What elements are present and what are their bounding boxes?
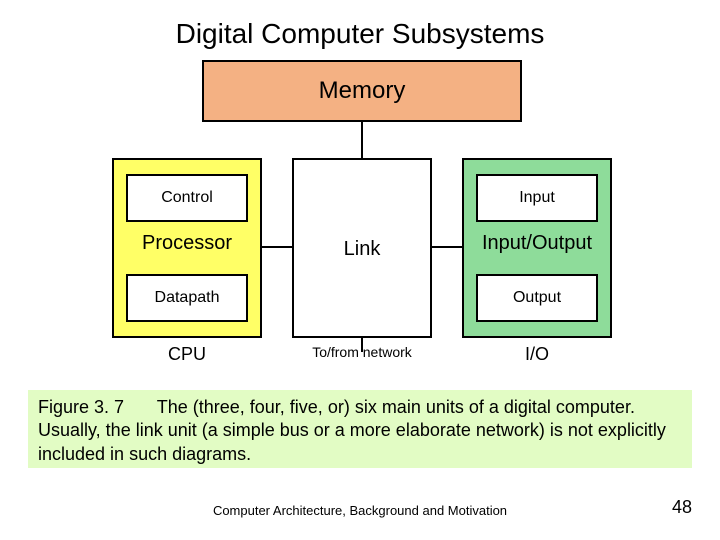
processor-block: Control Processor Datapath: [112, 158, 262, 338]
network-label: To/from network: [292, 344, 432, 360]
caption-text: The (three, four, five, or) six main uni…: [38, 397, 666, 464]
datapath-unit: Datapath: [126, 274, 248, 322]
io-label: Input/Output: [464, 232, 610, 255]
io-block: Input Input/Output Output: [462, 158, 612, 338]
cpu-label: CPU: [112, 344, 262, 365]
io-under-label: I/O: [462, 344, 612, 365]
figure-id: Figure 3. 7: [38, 397, 124, 417]
control-unit: Control: [126, 174, 248, 222]
output-unit: Output: [476, 274, 598, 322]
subsystems-diagram: Memory Control Processor Datapath Link I…: [112, 58, 612, 384]
figure-caption: Figure 3. 7 The (three, four, five, or) …: [28, 390, 692, 468]
footer-text: Computer Architecture, Background and Mo…: [0, 503, 720, 518]
connector-line: [432, 246, 462, 248]
connector-line: [262, 246, 292, 248]
connector-line: [361, 122, 363, 158]
link-label: Link: [294, 238, 430, 261]
input-unit: Input: [476, 174, 598, 222]
memory-block: Memory: [202, 60, 522, 122]
page-number: 48: [672, 497, 692, 518]
processor-label: Processor: [114, 232, 260, 255]
slide-title: Digital Computer Subsystems: [0, 18, 720, 50]
link-block: Link: [292, 158, 432, 338]
